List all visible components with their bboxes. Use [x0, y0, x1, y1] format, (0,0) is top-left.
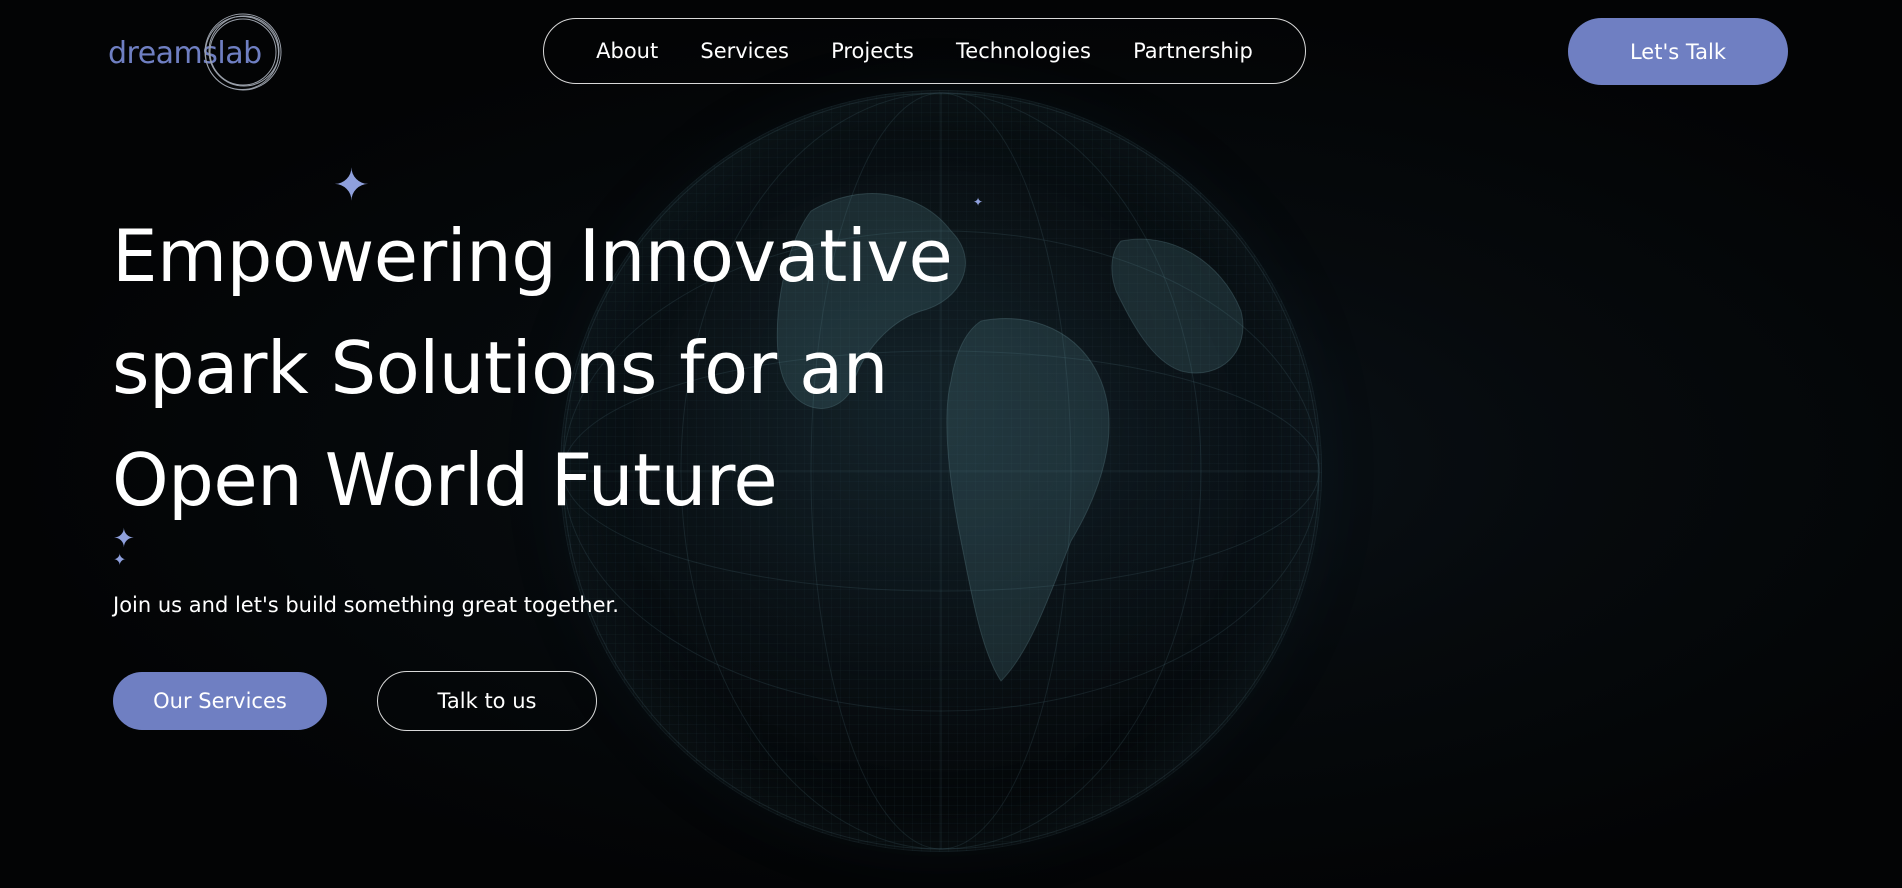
lets-talk-button[interactable]: Let's Talk — [1568, 18, 1788, 85]
talk-to-us-button[interactable]: Talk to us — [377, 671, 597, 731]
nav-item-partnership[interactable]: Partnership — [1133, 39, 1253, 63]
hero-title-line: Open World Future — [112, 438, 778, 522]
site-header: dreamslab About Services Projects Techno… — [0, 0, 1902, 106]
nav-item-about[interactable]: About — [596, 39, 658, 63]
hero-title-line: Empowering Innovative — [112, 214, 953, 298]
logo-ring-icon — [204, 13, 282, 91]
main-nav: About Services Projects Technologies Par… — [543, 18, 1306, 84]
hero-subtitle: Join us and let's build something great … — [113, 593, 619, 617]
nav-item-services[interactable]: Services — [700, 39, 789, 63]
sparkle-icon: ✦ — [113, 550, 127, 569]
hero-title: Empowering Innovative spark Solutions fo… — [112, 200, 1012, 536]
logo[interactable]: dreamslab — [108, 10, 288, 94]
our-services-button[interactable]: Our Services — [113, 672, 327, 730]
page: dreamslab About Services Projects Techno… — [0, 0, 1902, 888]
nav-item-technologies[interactable]: Technologies — [956, 39, 1091, 63]
hero-title-line: spark Solutions for an — [112, 326, 888, 410]
nav-item-projects[interactable]: Projects — [831, 39, 914, 63]
